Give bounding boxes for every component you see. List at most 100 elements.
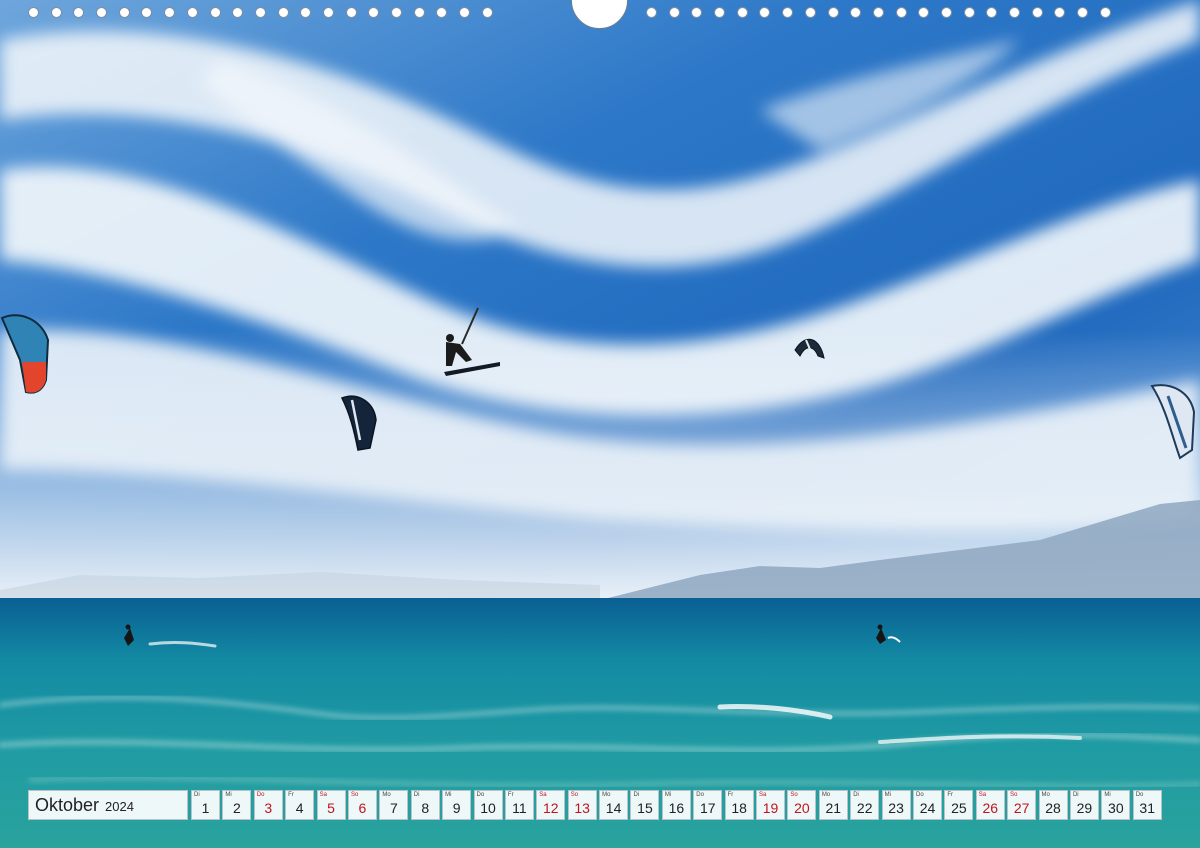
binding-hole	[918, 7, 930, 18]
day-number: 31	[1139, 800, 1155, 816]
weekday-label: Do	[1135, 792, 1144, 798]
binding-hole	[73, 7, 85, 18]
binding-hole	[50, 7, 62, 18]
weekday-label: Sa	[759, 792, 767, 798]
weekday-label: Fr	[727, 792, 734, 798]
binding-hole	[1031, 7, 1043, 18]
binding-hole	[850, 7, 862, 18]
weekday-label: Sa	[319, 792, 327, 798]
day-cell: Sa 12	[536, 790, 566, 820]
day-cell: So 13	[567, 790, 597, 820]
day-cell: Mo 14	[599, 790, 629, 820]
binding-hole	[714, 7, 726, 18]
weekday-label: So	[1010, 792, 1018, 798]
weekday-label: So	[350, 792, 359, 798]
day-number: 17	[699, 800, 716, 816]
day-number: 10	[480, 800, 496, 816]
day-number: 21	[825, 800, 842, 816]
binding-hole	[391, 7, 402, 18]
binding-hole	[345, 7, 357, 18]
day-cell: So 20	[787, 790, 817, 820]
day-cell: Mo 7	[379, 790, 409, 820]
day-cell: Di 1	[191, 790, 220, 820]
weekday-label: Mo	[821, 792, 831, 798]
binding-hole	[322, 7, 334, 18]
day-number: 14	[605, 800, 622, 816]
weekday-label: Mi	[884, 792, 891, 798]
binding-hole	[186, 7, 198, 18]
binding-holes-right	[646, 7, 1111, 21]
day-number: 20	[794, 800, 810, 816]
weekday-label: Mo	[1041, 792, 1050, 798]
binding-hole	[827, 7, 839, 18]
day-number: 6	[358, 800, 367, 816]
weekday-label: Sa	[978, 792, 987, 798]
day-number: 18	[731, 800, 747, 816]
day-number: 12	[543, 800, 559, 816]
weekday-label: Di	[853, 792, 859, 798]
weekday-label: Fr	[507, 792, 514, 798]
binding-hole	[872, 7, 884, 18]
binding-hole	[1009, 7, 1020, 18]
day-number: 26	[982, 800, 999, 816]
month-name: Oktober	[35, 794, 100, 815]
weekday-label: Di	[633, 792, 640, 798]
day-cell: Di 15	[630, 790, 660, 820]
binding-hole	[254, 7, 266, 18]
day-number: 13	[574, 800, 590, 816]
day-cell: Di 8	[410, 790, 440, 820]
day-number: 4	[295, 800, 304, 816]
day-number: 30	[1108, 800, 1124, 816]
day-cell: Sa 5	[316, 790, 346, 820]
weekday-label: Mo	[602, 792, 611, 798]
weekday-label: Do	[256, 792, 265, 798]
day-cell: Sa 26	[975, 790, 1005, 820]
day-cell: Mi 16	[661, 790, 691, 820]
binding-hole	[96, 7, 108, 18]
day-cell: Fr 4	[285, 790, 315, 820]
weekday-label: Mi	[1104, 792, 1111, 798]
day-number: 15	[637, 800, 653, 816]
day-cell: So 6	[347, 790, 377, 820]
day-cell: Mi 2	[222, 790, 252, 820]
day-cell: Do 24	[912, 790, 942, 820]
day-number: 2	[232, 800, 241, 816]
day-cell: Mo 28	[1038, 790, 1068, 820]
binding-hole	[164, 7, 176, 18]
day-cell: Mi 30	[1101, 790, 1131, 820]
binding-hole	[459, 7, 471, 18]
weekday-label: Di	[194, 792, 200, 798]
day-cell: Mi 9	[442, 790, 472, 820]
weekday-label: Do	[696, 792, 704, 798]
binding-hole	[940, 7, 952, 18]
day-number: 7	[389, 800, 398, 816]
binding-hole	[300, 7, 312, 18]
day-cell: So 27	[1007, 790, 1037, 820]
month-year: 2024	[105, 799, 134, 814]
day-number: 9	[452, 800, 461, 816]
day-number: 19	[762, 800, 779, 816]
day-number: 24	[919, 800, 936, 816]
weekday-label: Di	[1072, 792, 1079, 798]
day-cell: Fr 25	[944, 790, 974, 820]
day-number: 11	[512, 800, 527, 816]
weekday-label: So	[790, 792, 798, 798]
binding-hole	[963, 7, 975, 18]
binding-hole	[759, 7, 771, 18]
weekday-label: Mi	[664, 792, 672, 798]
weekday-label: Di	[413, 792, 420, 798]
binding-hole	[1054, 7, 1066, 18]
day-number: 25	[951, 800, 967, 816]
day-cell: Di 29	[1069, 790, 1099, 820]
weekday-label: Fr	[288, 792, 294, 798]
binding-hole	[804, 7, 816, 18]
weekday-label: So	[570, 792, 579, 798]
binding-hole	[413, 7, 425, 18]
binding-hole	[141, 7, 153, 18]
binding-holes-left	[28, 7, 493, 21]
day-cell: Sa 19	[756, 790, 786, 820]
binding-hole	[232, 7, 244, 18]
weekday-label: Mi	[445, 792, 452, 798]
binding-hole	[481, 7, 493, 18]
binding-hole	[646, 7, 657, 18]
